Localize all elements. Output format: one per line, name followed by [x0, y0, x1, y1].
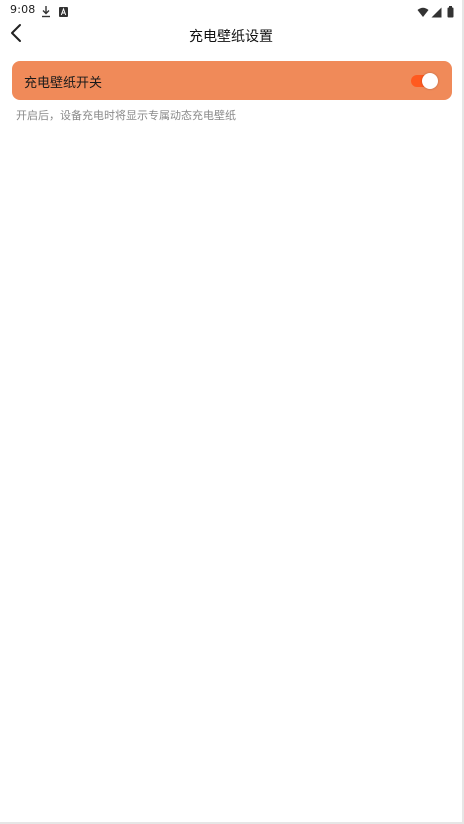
toggle-knob — [422, 73, 438, 89]
page-title: 充电壁纸设置 — [189, 29, 273, 45]
charging-wallpaper-setting-row: 充电壁纸开关 — [12, 61, 452, 100]
status-time: 9:08 — [10, 3, 36, 16]
app-screen: 9:08 充电壁纸设置 充电壁纸开关 开启后，设备充电时将显示专属动态充电壁纸 — [0, 0, 464, 824]
charging-wallpaper-toggle[interactable] — [411, 71, 439, 89]
app-bar: 充电壁纸设置 — [0, 20, 462, 50]
setting-hint-text: 开启后，设备充电时将显示专属动态充电壁纸 — [16, 109, 236, 122]
status-bar: 9:08 — [0, 0, 462, 20]
setting-label: 充电壁纸开关 — [24, 76, 103, 91]
